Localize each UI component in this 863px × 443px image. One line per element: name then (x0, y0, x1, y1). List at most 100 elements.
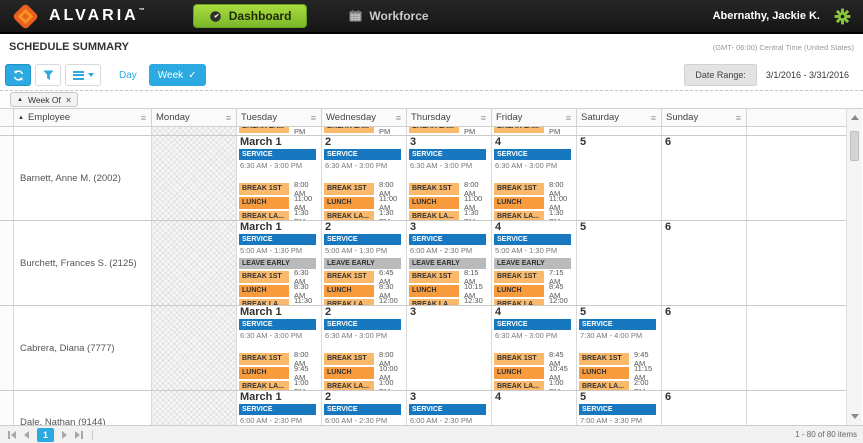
schedule-cell[interactable]: March 1 SERVICE 5:00 AM - 1:30 PM LEAVE EAR… (237, 221, 322, 305)
break-badge[interactable]: BREAK 1ST (409, 182, 459, 195)
break-badge[interactable]: BREAK 1ST (494, 352, 544, 365)
date-range-control[interactable]: Date Range: 3/1/2016 - 3/31/2016 (684, 64, 858, 86)
schedule-cell[interactable] (152, 306, 237, 390)
lunch-badge[interactable]: LUNCH (239, 196, 289, 209)
scroll-down-icon[interactable] (851, 414, 859, 419)
column-menu-icon[interactable]: ≡ (651, 113, 656, 123)
scroll-up-icon[interactable] (851, 115, 859, 120)
schedule-cell[interactable]: 4 (492, 391, 577, 425)
column-menu-icon[interactable]: ≡ (566, 113, 571, 123)
first-page-button[interactable] (6, 429, 18, 441)
service-bar[interactable]: SERVICE (494, 234, 571, 245)
schedule-cell[interactable]: 6 (662, 391, 747, 425)
break-badge[interactable]: BREAK 1ST (579, 352, 629, 365)
break-badge[interactable]: BREAK 1ST (239, 352, 289, 365)
lunch-badge[interactable]: LUNCH (579, 366, 629, 379)
column-menu-icon[interactable]: ≡ (141, 113, 146, 123)
filter-button[interactable] (35, 64, 61, 86)
service-bar[interactable]: SERVICE (324, 404, 401, 415)
schedule-cell[interactable] (152, 221, 237, 305)
schedule-cell[interactable]: 4 SERVICE 5:00 AM - 1:30 PM LEAVE EARLY BREA… (492, 221, 577, 305)
day-view-toggle[interactable]: Day (111, 64, 145, 86)
break-badge[interactable]: BREAK 1ST (324, 182, 374, 195)
service-bar[interactable]: SERVICE (239, 319, 316, 330)
break-badge[interactable]: BREAK 1ST (324, 270, 374, 283)
lunch-badge[interactable]: LUNCH (239, 284, 289, 297)
page-number-button[interactable]: 1 (37, 427, 54, 442)
column-header-sunday[interactable]: Sunday ≡ (662, 109, 747, 126)
schedule-cell[interactable]: 6 (662, 136, 747, 220)
lunch-badge[interactable]: LUNCH (494, 284, 544, 297)
schedule-cell[interactable]: BREAK LA... 3:00 PM (407, 127, 492, 135)
schedule-cell[interactable]: BREAK LA... 3:00 PM (237, 127, 322, 135)
column-menu-icon[interactable]: ≡ (311, 113, 316, 123)
break-badge[interactable]: BREAK LA... (239, 380, 289, 390)
lunch-badge[interactable]: LUNCH (494, 196, 544, 209)
service-bar[interactable]: SERVICE (239, 234, 316, 245)
lunch-badge[interactable]: LUNCH (324, 366, 374, 379)
service-bar[interactable]: SERVICE (324, 149, 401, 160)
break-badge[interactable]: BREAK LA... (239, 298, 289, 305)
service-bar[interactable]: SERVICE (494, 319, 571, 330)
lunch-badge[interactable]: LUNCH (324, 196, 374, 209)
column-header-saturday[interactable]: Saturday ≡ (577, 109, 662, 126)
schedule-cell[interactable] (152, 127, 237, 135)
service-bar[interactable]: SERVICE (324, 234, 401, 245)
break-badge[interactable]: BREAK 1ST (239, 182, 289, 195)
scrollbar-thumb[interactable] (850, 131, 859, 161)
schedule-cell[interactable] (662, 127, 747, 135)
tab-workforce[interactable]: Workforce (349, 9, 429, 23)
break-badge[interactable]: BREAK LA... (239, 210, 289, 220)
schedule-cell[interactable] (152, 136, 237, 220)
schedule-cell[interactable]: 6 (662, 221, 747, 305)
break-badge[interactable]: BREAK LA... (324, 380, 374, 390)
schedule-cell[interactable]: 2 SERVICE 6:30 AM - 3:00 PM BREAK 1ST 8:00 A… (322, 136, 407, 220)
refresh-button[interactable] (5, 64, 31, 86)
schedule-cell[interactable]: BREAK LA... 3:00 PM (322, 127, 407, 135)
chip-close-icon[interactable]: × (66, 95, 71, 105)
schedule-cell[interactable] (577, 127, 662, 135)
service-bar[interactable]: SERVICE (409, 234, 486, 245)
break-badge[interactable]: BREAK LA... (409, 298, 459, 305)
break-badge[interactable]: BREAK 1ST (409, 270, 459, 283)
break-badge[interactable]: BREAK 1ST (494, 270, 544, 283)
column-header-friday[interactable]: Friday ≡ (492, 109, 577, 126)
schedule-cell[interactable]: 5 (577, 221, 662, 305)
column-header-thursday[interactable]: Thursday ≡ (407, 109, 492, 126)
service-bar[interactable]: SERVICE (579, 319, 656, 330)
break-badge[interactable]: BREAK LA... (494, 380, 544, 390)
break-badge[interactable]: BREAK 1ST (494, 182, 544, 195)
column-header-tuesday[interactable]: Tuesday ≡ (237, 109, 322, 126)
schedule-cell[interactable]: 6 (662, 306, 747, 390)
service-bar[interactable]: SERVICE (494, 149, 571, 160)
schedule-cell[interactable]: 5 (577, 136, 662, 220)
lunch-badge[interactable]: LUNCH (409, 284, 459, 297)
schedule-cell[interactable]: 2 SERVICE 6:30 AM - 3:00 PM BREAK 1ST 8:00 A… (322, 306, 407, 390)
lunch-badge[interactable]: LUNCH (324, 284, 374, 297)
service-bar[interactable]: SERVICE (239, 404, 316, 415)
schedule-cell[interactable]: 5 SERVICE 7:00 AM - 3:30 PM (577, 391, 662, 425)
break-badge[interactable]: BREAK LA... (494, 127, 544, 133)
week-view-toggle[interactable]: Week ✓ (148, 64, 206, 86)
schedule-cell[interactable] (152, 391, 237, 425)
lunch-badge[interactable]: LUNCH (494, 366, 544, 379)
schedule-cell[interactable]: 3 SERVICE 6:30 AM - 3:00 PM BREAK 1ST 8:00 A… (407, 136, 492, 220)
schedule-cell[interactable]: 3 (407, 306, 492, 390)
last-page-button[interactable] (73, 429, 85, 441)
schedule-cell[interactable]: March 1 SERVICE 6:00 AM - 2:30 PM (237, 391, 322, 425)
schedule-cell[interactable]: 3 SERVICE 6:00 AM - 2:30 PM (407, 391, 492, 425)
break-badge[interactable]: BREAK LA... (324, 127, 374, 133)
schedule-cell[interactable]: 4 SERVICE 6:30 AM - 3:00 PM BREAK 1ST 8:45 A… (492, 306, 577, 390)
tab-dashboard[interactable]: Dashboard (192, 4, 308, 28)
schedule-cell[interactable]: 5 SERVICE 7:30 AM - 4:00 PM BREAK 1ST 9:45 A… (577, 306, 662, 390)
break-badge[interactable]: BREAK LA... (239, 127, 289, 133)
vertical-scrollbar[interactable] (846, 109, 862, 425)
service-bar[interactable]: SERVICE (324, 319, 401, 330)
group-chip-week-of[interactable]: ▲ Week Of × (10, 92, 79, 107)
service-bar[interactable]: SERVICE (409, 404, 486, 415)
break-badge[interactable]: BREAK 1ST (239, 270, 289, 283)
lunch-badge[interactable]: LUNCH (239, 366, 289, 379)
schedule-cell[interactable]: March 1 SERVICE 6:30 AM - 3:00 PM BREAK 1ST… (237, 306, 322, 390)
settings-gear-icon[interactable] (834, 8, 851, 25)
break-badge[interactable]: BREAK LA... (324, 298, 374, 305)
